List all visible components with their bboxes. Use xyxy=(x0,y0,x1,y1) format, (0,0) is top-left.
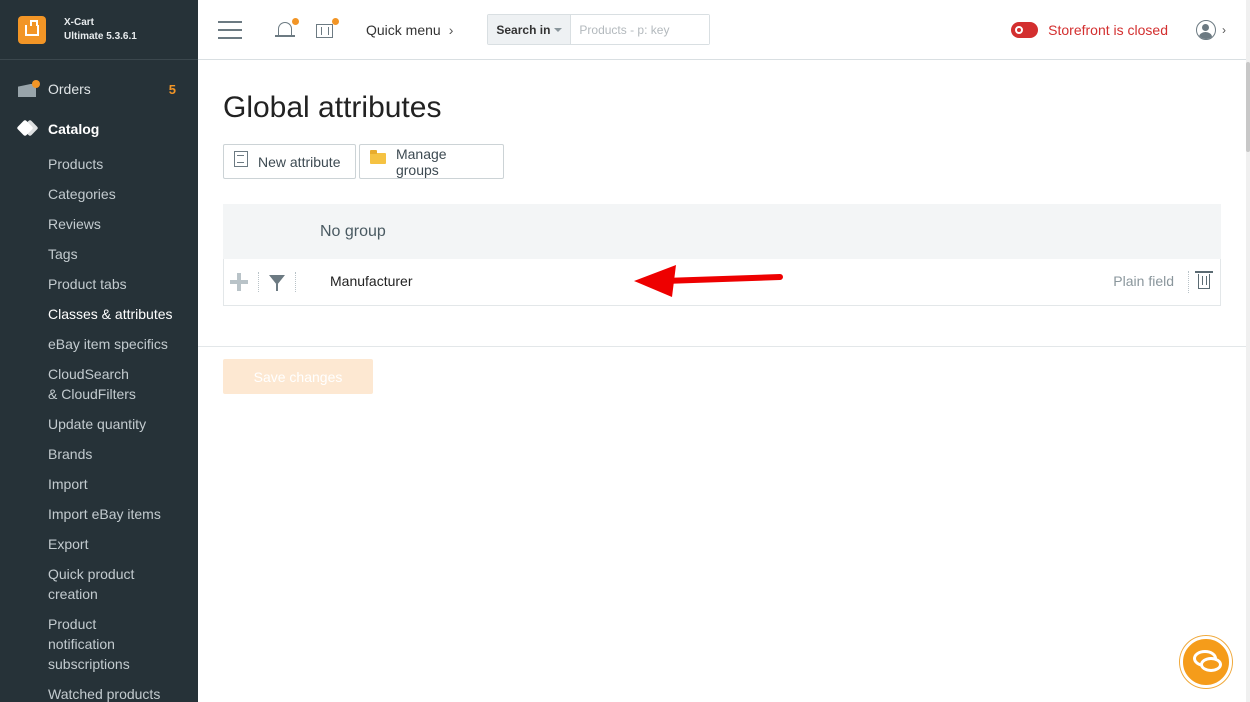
sidebar-item-import-ebay[interactable]: Import eBay items xyxy=(0,504,198,524)
attribute-name[interactable]: Manufacturer xyxy=(330,273,412,289)
xcart-logo-icon xyxy=(18,15,46,44)
sidebar-item-orders[interactable]: Orders 5 xyxy=(0,74,198,104)
brand-name: X-Cart xyxy=(64,16,95,28)
manage-groups-button[interactable]: Manage groups xyxy=(359,144,504,179)
page-title: Global attributes xyxy=(223,91,442,124)
sidebar-item-ebay-item-specifics[interactable]: eBay item specifics xyxy=(0,334,198,354)
divider xyxy=(198,346,1246,347)
sidebar-item-catalog[interactable]: Catalog xyxy=(0,114,198,144)
notifications-bell-icon[interactable] xyxy=(274,17,299,41)
page-scrollbar[interactable] xyxy=(1246,0,1250,702)
trash-icon[interactable] xyxy=(1195,271,1213,289)
orders-count-badge: 5 xyxy=(168,81,176,97)
search-input[interactable] xyxy=(571,15,710,44)
drag-move-icon[interactable] xyxy=(230,273,248,291)
manage-groups-label: Manage groups xyxy=(395,145,447,178)
main-content: Global attributes New attribute Manage g… xyxy=(198,61,1246,702)
new-attribute-button[interactable]: New attribute xyxy=(223,144,356,179)
document-icon xyxy=(234,150,248,167)
storefront-status-label: Storefront is closed xyxy=(1048,21,1168,38)
filter-icon[interactable] xyxy=(269,273,285,291)
sidebar-item-brands[interactable]: Brands xyxy=(0,444,198,464)
sidebar: X-Cart Ultimate 5.3.6.1 Orders 5 Catalog… xyxy=(0,0,198,702)
separator xyxy=(1188,271,1189,293)
sidebar-item-update-quantity[interactable]: Update quantity xyxy=(0,414,198,434)
sidebar-item-cloudsearch[interactable]: CloudSearch & CloudFilters xyxy=(0,364,140,404)
group-name: No group xyxy=(320,223,386,240)
brand-text: X-Cart Ultimate 5.3.6.1 xyxy=(64,16,137,44)
separator xyxy=(295,272,296,292)
sidebar-item-quick-product-creation[interactable]: Quick product creation xyxy=(0,564,145,604)
search-scope-label: Search in xyxy=(496,22,551,37)
save-changes-button[interactable]: Save changes xyxy=(223,359,373,394)
orders-icon xyxy=(18,80,40,98)
sidebar-item-reviews[interactable]: Reviews xyxy=(0,214,198,234)
brand[interactable]: X-Cart Ultimate 5.3.6.1 xyxy=(0,0,198,60)
menu-toggle-icon[interactable] xyxy=(218,20,242,39)
sidebar-item-label: Catalog xyxy=(48,121,100,137)
red-arrow-annotation xyxy=(634,265,783,297)
separator xyxy=(258,272,259,292)
quick-menu-label: Quick menu xyxy=(366,21,441,38)
quick-menu[interactable]: Quick menu › xyxy=(366,22,453,38)
chat-bubble-icon[interactable] xyxy=(1180,636,1232,688)
chevron-right-icon: › xyxy=(1222,22,1226,37)
sidebar-item-export[interactable]: Export xyxy=(0,534,198,554)
top-header: Quick menu › Search in Storefront is clo… xyxy=(198,0,1246,60)
user-menu[interactable]: › xyxy=(1196,19,1226,40)
sidebar-item-import[interactable]: Import xyxy=(0,474,198,494)
search-box: Search in xyxy=(487,14,711,45)
sidebar-item-product-notification[interactable]: Product notification subscriptions xyxy=(0,614,145,674)
sidebar-item-product-tabs[interactable]: Product tabs xyxy=(0,274,198,294)
attribute-type: Plain field xyxy=(1113,273,1174,289)
toggle-icon xyxy=(1011,21,1039,38)
catalog-subnav: Products Categories Reviews Tags Product… xyxy=(0,154,198,702)
sidebar-item-products[interactable]: Products xyxy=(0,154,198,174)
sidebar-item-tags[interactable]: Tags xyxy=(0,244,198,264)
caret-down-icon xyxy=(554,27,563,32)
folder-icon xyxy=(370,150,386,164)
sidebar-item-watched-products[interactable]: Watched products xyxy=(0,684,198,702)
storefront-status-toggle[interactable]: Storefront is closed xyxy=(1011,21,1168,38)
attribute-group-header: No group xyxy=(223,204,1221,259)
marketplace-icon[interactable] xyxy=(314,17,339,41)
brand-edition: Ultimate 5.3.6.1 xyxy=(64,30,137,42)
chevron-right-icon: › xyxy=(448,21,454,38)
new-attribute-label: New attribute xyxy=(258,153,341,170)
sidebar-item-classes-attributes[interactable]: Classes & attributes xyxy=(0,304,198,324)
sidebar-item-categories[interactable]: Categories xyxy=(0,184,198,204)
sidebar-item-label: Orders xyxy=(48,81,91,97)
search-scope-select[interactable]: Search in xyxy=(488,15,572,44)
tags-icon xyxy=(16,119,39,138)
user-avatar-icon xyxy=(1196,19,1216,40)
